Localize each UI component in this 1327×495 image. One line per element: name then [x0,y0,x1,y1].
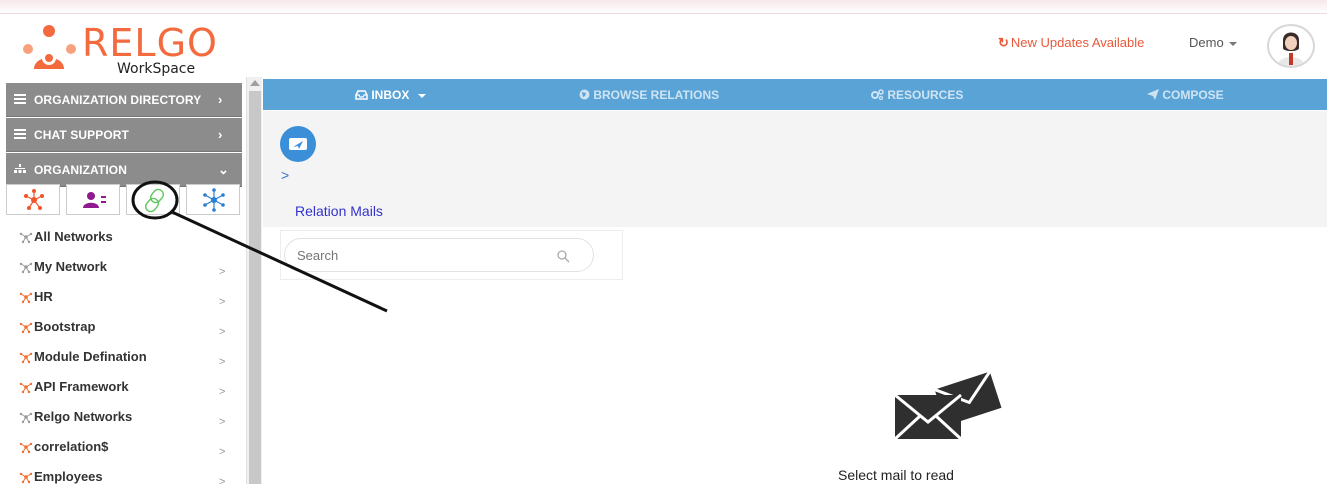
network-node-icon [19,292,33,304]
list-item-label: API Framework [34,379,129,394]
section-label: ORGANIZATION DIRECTORY [34,93,202,107]
send-icon [1147,89,1159,100]
list-item[interactable]: correlation$ > [6,435,242,465]
tab-users[interactable] [66,184,120,215]
section-label: CHAT SUPPORT [34,128,129,142]
network-node-icon [19,232,33,244]
list-item[interactable]: All Networks [6,225,242,255]
list-item[interactable]: API Framework > [6,375,242,405]
sidebar: ORGANIZATION DIRECTORY › CHAT SUPPORT › … [0,77,246,488]
network-node-icon [19,382,33,394]
tab-inbox-label: INBOX [371,88,410,102]
list-item-label: All Networks [34,229,113,244]
list-item[interactable]: Relgo Networks > [6,405,242,435]
organization-icon-tabs [6,184,242,216]
list-item[interactable]: Employees > [6,465,242,495]
list-item[interactable]: Bootstrap > [6,315,242,345]
top-accent-strip [0,0,1327,14]
globe-icon [579,89,590,100]
inbox-icon [355,90,368,100]
list-item-label: Relgo Networks [34,409,133,424]
new-updates-link[interactable]: ↻ New Updates Available [998,35,1144,51]
refresh-icon: ↻ [998,35,1009,50]
folder-title[interactable]: Relation Mails [295,203,383,219]
user-avatar-icon [1277,32,1305,66]
search-input[interactable] [284,238,594,272]
scrollbar-thumb[interactable] [249,91,261,484]
envelopes-icon [893,370,1002,441]
sidebar-section-chat-support[interactable]: CHAT SUPPORT › [6,118,242,152]
tab-browse-relations[interactable]: BROWSE RELATIONS [579,88,719,102]
list-item-label: Employees [34,469,103,484]
link-icon [145,188,164,213]
list-item-label: correlation$ [34,439,109,454]
logo-people-icon [23,25,76,69]
chevron-right-icon: > [219,446,226,458]
chevron-right-icon: > [219,476,226,488]
chevron-down-icon [1228,41,1237,46]
tab-hub[interactable] [186,184,240,215]
network-node-icon [19,322,33,334]
tab-compose-label: COMPOSE [1162,88,1224,102]
chevron-down-icon [417,93,426,98]
compose-button[interactable] [280,126,316,162]
app-header: RELGO WorkSpace ↻ New Updates Available D… [0,14,1327,78]
tab-link[interactable] [126,184,180,215]
chevron-right-icon: > [219,416,226,428]
sidebar-section-organization[interactable]: ORGANIZATION ⌄ [6,153,242,187]
hub-icon [203,188,225,212]
relgo-logo[interactable]: RELGO WorkSpace [20,22,250,78]
chevron-right-icon: › [218,127,223,142]
network-node-icon [19,442,33,454]
sidebar-section-organization-directory[interactable]: ORGANIZATION DIRECTORY › [6,83,242,117]
section-label: ORGANIZATION [34,163,127,177]
tab-compose[interactable]: COMPOSE [1147,88,1224,102]
list-icon [14,129,26,139]
org-tree-icon [14,164,26,173]
users-icon [83,192,106,208]
chevron-down-icon: ⌄ [218,162,229,177]
network-node-icon [19,352,33,364]
list-item-label: Bootstrap [34,319,96,334]
network-list: All Networks My Network > HR > Bootstrap > Modu… [6,225,242,495]
tab-resources-label: RESOURCES [887,88,964,102]
chevron-right-icon: > [219,386,226,398]
logo-text: RELGO [82,21,218,65]
tab-network[interactable] [6,184,60,215]
list-item[interactable]: HR > [6,285,242,315]
new-updates-label: New Updates Available [1010,35,1145,50]
list-item-label: My Network [34,259,107,274]
breadcrumb-chevron-icon[interactable]: > [281,167,289,183]
tab-browse-relations-label: BROWSE RELATIONS [593,88,720,102]
send-icon [289,138,307,150]
cogs-icon [871,89,884,101]
logo-subtitle: WorkSpace [117,61,196,77]
mail-subheader [263,111,1327,227]
chevron-right-icon: > [219,296,226,308]
avatar[interactable] [1267,24,1315,68]
network-node-icon [19,472,33,484]
main-navbar: INBOX BROWSE RELATIONS RESOURCES COMPOSE [263,79,1327,110]
network-node-icon [19,262,33,274]
chevron-right-icon: > [219,326,226,338]
user-name: Demo [1189,35,1224,50]
tab-inbox[interactable]: INBOX [355,88,426,102]
user-menu[interactable]: Demo [1189,35,1237,50]
tab-resources[interactable]: RESOURCES [871,88,963,102]
chevron-right-icon: > [219,356,226,368]
scroll-up-arrow-icon[interactable] [250,80,260,86]
chevron-right-icon: › [218,92,223,107]
list-item[interactable]: Module Defination > [6,345,242,375]
network-icon [24,189,44,210]
network-node-icon [19,412,33,424]
empty-state-message: Select mail to read [838,467,954,483]
sidebar-scrollbar[interactable] [246,77,262,484]
list-item-label: HR [34,289,53,304]
list-icon [14,94,26,104]
list-item-label: Module Defination [34,349,147,364]
search-icon[interactable] [556,249,570,263]
list-item[interactable]: My Network > [6,255,242,285]
chevron-right-icon: > [219,266,226,278]
